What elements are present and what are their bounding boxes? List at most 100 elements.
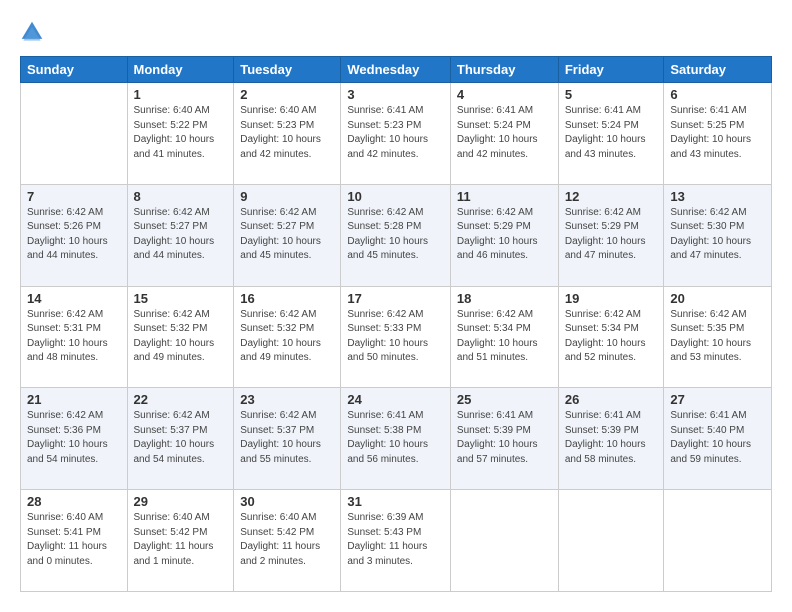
day-info: Sunrise: 6:42 AMSunset: 5:34 PMDaylight:… <box>565 308 658 366</box>
weekday-header: Wednesday <box>341 57 451 83</box>
day-info: Sunrise: 6:42 AMSunset: 5:34 PMDaylight:… <box>457 308 552 366</box>
day-number: 13 <box>670 189 765 204</box>
calendar-week-row: 1Sunrise: 6:40 AMSunset: 5:22 PMDaylight… <box>21 83 772 185</box>
day-info: Sunrise: 6:41 AMSunset: 5:23 PMDaylight:… <box>347 104 444 162</box>
day-number: 26 <box>565 392 658 407</box>
day-number: 24 <box>347 392 444 407</box>
calendar-cell: 27 Sunrise: 6:41 AMSunset: 5:40 PMDayligh… <box>664 388 772 490</box>
calendar-cell: 24 Sunrise: 6:41 AMSunset: 5:38 PMDayligh… <box>341 388 451 490</box>
day-info: Sunrise: 6:41 AMSunset: 5:24 PMDaylight:… <box>457 104 552 162</box>
day-number: 15 <box>134 291 228 306</box>
calendar-cell: 17 Sunrise: 6:42 AMSunset: 5:33 PMDayligh… <box>341 286 451 388</box>
calendar-cell <box>21 83 128 185</box>
day-number: 22 <box>134 392 228 407</box>
calendar-cell: 29 Sunrise: 6:40 AMSunset: 5:42 PMDayligh… <box>127 490 234 592</box>
day-number: 31 <box>347 494 444 509</box>
day-number: 12 <box>565 189 658 204</box>
calendar-cell: 31 Sunrise: 6:39 AMSunset: 5:43 PMDayligh… <box>341 490 451 592</box>
day-number: 14 <box>27 291 121 306</box>
calendar-cell: 18Sunrise: 6:42 AMSunset: 5:34 PMDayligh… <box>450 286 558 388</box>
calendar-cell: 13 Sunrise: 6:42 AMSunset: 5:30 PMDayligh… <box>664 184 772 286</box>
weekday-header: Sunday <box>21 57 128 83</box>
day-info: Sunrise: 6:40 AMSunset: 5:23 PMDaylight:… <box>240 104 334 162</box>
weekday-header-row: SundayMondayTuesdayWednesdayThursdayFrid… <box>21 57 772 83</box>
logo-icon <box>20 20 44 44</box>
day-number: 16 <box>240 291 334 306</box>
calendar-cell: 9Sunrise: 6:42 AMSunset: 5:27 PMDaylight… <box>234 184 341 286</box>
day-number: 3 <box>347 87 444 102</box>
calendar-week-row: 28 Sunrise: 6:40 AMSunset: 5:41 PMDayligh… <box>21 490 772 592</box>
calendar-cell: 1Sunrise: 6:40 AMSunset: 5:22 PMDaylight… <box>127 83 234 185</box>
calendar-page: SundayMondayTuesdayWednesdayThursdayFrid… <box>0 0 792 612</box>
day-number: 1 <box>134 87 228 102</box>
calendar-cell: 3 Sunrise: 6:41 AMSunset: 5:23 PMDaylight… <box>341 83 451 185</box>
day-info: Sunrise: 6:42 AMSunset: 5:35 PMDaylight:… <box>670 308 765 366</box>
calendar-cell: 20 Sunrise: 6:42 AMSunset: 5:35 PMDayligh… <box>664 286 772 388</box>
day-info: Sunrise: 6:42 AMSunset: 5:37 PMDaylight:… <box>240 409 334 467</box>
calendar-cell <box>450 490 558 592</box>
day-info: Sunrise: 6:40 AMSunset: 5:41 PMDaylight:… <box>27 511 121 569</box>
calendar-cell <box>664 490 772 592</box>
calendar-table: SundayMondayTuesdayWednesdayThursdayFrid… <box>20 56 772 592</box>
day-number: 29 <box>134 494 228 509</box>
calendar-cell: 21 Sunrise: 6:42 AMSunset: 5:36 PMDayligh… <box>21 388 128 490</box>
calendar-cell: 30 Sunrise: 6:40 AMSunset: 5:42 PMDayligh… <box>234 490 341 592</box>
day-info: Sunrise: 6:40 AMSunset: 5:42 PMDaylight:… <box>240 511 334 569</box>
weekday-header: Friday <box>558 57 664 83</box>
day-info: Sunrise: 6:42 AMSunset: 5:29 PMDaylight:… <box>565 206 658 264</box>
day-number: 27 <box>670 392 765 407</box>
day-info: Sunrise: 6:42 AMSunset: 5:29 PMDaylight:… <box>457 206 552 264</box>
day-number: 2 <box>240 87 334 102</box>
day-number: 7 <box>27 189 121 204</box>
calendar-cell: 2 Sunrise: 6:40 AMSunset: 5:23 PMDaylight… <box>234 83 341 185</box>
calendar-cell: 11 Sunrise: 6:42 AMSunset: 5:29 PMDayligh… <box>450 184 558 286</box>
day-info: Sunrise: 6:41 AMSunset: 5:24 PMDaylight:… <box>565 104 658 162</box>
day-number: 8 <box>134 189 228 204</box>
day-number: 5 <box>565 87 658 102</box>
day-number: 10 <box>347 189 444 204</box>
day-info: Sunrise: 6:42 AMSunset: 5:30 PMDaylight:… <box>670 206 765 264</box>
day-number: 20 <box>670 291 765 306</box>
day-info: Sunrise: 6:41 AMSunset: 5:25 PMDaylight:… <box>670 104 765 162</box>
weekday-header: Thursday <box>450 57 558 83</box>
calendar-cell: 6 Sunrise: 6:41 AMSunset: 5:25 PMDaylight… <box>664 83 772 185</box>
day-number: 11 <box>457 189 552 204</box>
calendar-cell: 7 Sunrise: 6:42 AMSunset: 5:26 PMDaylight… <box>21 184 128 286</box>
calendar-cell: 10 Sunrise: 6:42 AMSunset: 5:28 PMDayligh… <box>341 184 451 286</box>
calendar-cell: 22 Sunrise: 6:42 AMSunset: 5:37 PMDayligh… <box>127 388 234 490</box>
calendar-cell: 16 Sunrise: 6:42 AMSunset: 5:32 PMDayligh… <box>234 286 341 388</box>
day-number: 25 <box>457 392 552 407</box>
day-info: Sunrise: 6:41 AMSunset: 5:38 PMDaylight:… <box>347 409 444 467</box>
day-info: Sunrise: 6:41 AMSunset: 5:40 PMDaylight:… <box>670 409 765 467</box>
calendar-week-row: 21 Sunrise: 6:42 AMSunset: 5:36 PMDayligh… <box>21 388 772 490</box>
calendar-cell: 4Sunrise: 6:41 AMSunset: 5:24 PMDaylight… <box>450 83 558 185</box>
day-number: 19 <box>565 291 658 306</box>
day-info: Sunrise: 6:42 AMSunset: 5:36 PMDaylight:… <box>27 409 121 467</box>
calendar-cell: 23Sunrise: 6:42 AMSunset: 5:37 PMDayligh… <box>234 388 341 490</box>
day-info: Sunrise: 6:42 AMSunset: 5:28 PMDaylight:… <box>347 206 444 264</box>
calendar-cell: 28 Sunrise: 6:40 AMSunset: 5:41 PMDayligh… <box>21 490 128 592</box>
day-number: 28 <box>27 494 121 509</box>
calendar-cell: 25 Sunrise: 6:41 AMSunset: 5:39 PMDayligh… <box>450 388 558 490</box>
calendar-cell: 26Sunrise: 6:41 AMSunset: 5:39 PMDayligh… <box>558 388 664 490</box>
day-number: 6 <box>670 87 765 102</box>
day-info: Sunrise: 6:42 AMSunset: 5:37 PMDaylight:… <box>134 409 228 467</box>
weekday-header: Tuesday <box>234 57 341 83</box>
day-info: Sunrise: 6:42 AMSunset: 5:31 PMDaylight:… <box>27 308 121 366</box>
day-number: 21 <box>27 392 121 407</box>
day-info: Sunrise: 6:40 AMSunset: 5:42 PMDaylight:… <box>134 511 228 569</box>
calendar-cell: 19 Sunrise: 6:42 AMSunset: 5:34 PMDayligh… <box>558 286 664 388</box>
calendar-cell: 12 Sunrise: 6:42 AMSunset: 5:29 PMDayligh… <box>558 184 664 286</box>
day-number: 30 <box>240 494 334 509</box>
day-info: Sunrise: 6:42 AMSunset: 5:32 PMDaylight:… <box>240 308 334 366</box>
day-info: Sunrise: 6:39 AMSunset: 5:43 PMDaylight:… <box>347 511 444 569</box>
calendar-cell: 14 Sunrise: 6:42 AMSunset: 5:31 PMDayligh… <box>21 286 128 388</box>
day-info: Sunrise: 6:42 AMSunset: 5:26 PMDaylight:… <box>27 206 121 264</box>
day-info: Sunrise: 6:42 AMSunset: 5:32 PMDaylight:… <box>134 308 228 366</box>
calendar-cell: 15 Sunrise: 6:42 AMSunset: 5:32 PMDayligh… <box>127 286 234 388</box>
calendar-cell: 8Sunrise: 6:42 AMSunset: 5:27 PMDaylight… <box>127 184 234 286</box>
day-info: Sunrise: 6:42 AMSunset: 5:33 PMDaylight:… <box>347 308 444 366</box>
day-number: 9 <box>240 189 334 204</box>
day-info: Sunrise: 6:41 AMSunset: 5:39 PMDaylight:… <box>457 409 552 467</box>
day-number: 17 <box>347 291 444 306</box>
